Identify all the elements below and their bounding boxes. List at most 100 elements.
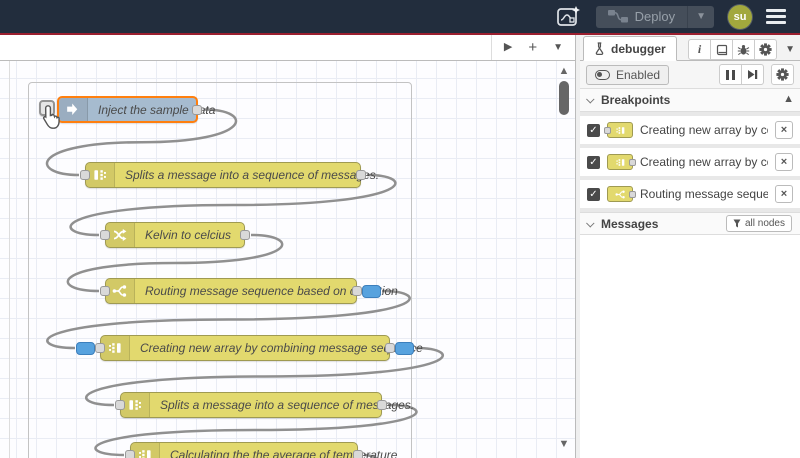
- sidebar-tab-bar: debugger i ▼: [580, 35, 800, 61]
- join-node-icon-region: [131, 443, 160, 458]
- change-node[interactable]: Kelvin to celcius: [100, 222, 250, 248]
- breakpoint-label: Creating new array by combining message …: [640, 155, 768, 169]
- join-node-icon-region: [101, 336, 130, 360]
- messages-section-header[interactable]: Messages all nodes: [580, 212, 800, 235]
- inject-node[interactable]: Inject the sample data: [57, 96, 215, 123]
- remove-breakpoint-button[interactable]: ×: [775, 185, 793, 203]
- breakpoint-label: Creating new array by combining message …: [640, 123, 768, 137]
- step-icon: [748, 70, 758, 79]
- mouse-cursor-hand: [42, 105, 60, 129]
- output-port[interactable]: [353, 450, 363, 458]
- flow-scroll-right-icon[interactable]: ▶: [504, 42, 512, 53]
- canvas-scroll-down-arrow[interactable]: ▼: [557, 439, 571, 450]
- info-button[interactable]: i: [688, 39, 712, 60]
- output-port[interactable]: [385, 343, 395, 353]
- output-port[interactable]: [377, 400, 387, 410]
- avatar-initials: su: [733, 10, 747, 23]
- flow-list-chevron-icon[interactable]: ▼: [553, 42, 563, 53]
- split-node[interactable]: Splits a message into a sequence of mess…: [115, 392, 414, 418]
- input-port[interactable]: [100, 230, 110, 240]
- debugger-toolbar: Enabled: [580, 61, 800, 89]
- breakpoint-marker-input[interactable]: [76, 341, 95, 355]
- output-port[interactable]: [192, 104, 202, 115]
- settings-button[interactable]: [754, 39, 778, 60]
- filter-funnel-icon: [733, 219, 741, 228]
- canvas-scroll-up-arrow[interactable]: ▲: [557, 66, 571, 77]
- input-port[interactable]: [115, 400, 125, 410]
- deploy-options-caret[interactable]: ▼: [687, 5, 714, 28]
- flow-workspace[interactable]: Inject the sample data Splits a message i…: [0, 61, 575, 458]
- header-bar: Deploy ▼ su: [0, 0, 800, 33]
- split-node-icon-region: [121, 393, 150, 417]
- tab-debugger-label: debugger: [611, 41, 666, 56]
- gear-icon: [776, 68, 789, 81]
- messages-title: Messages: [601, 216, 659, 231]
- join-node-icon: [615, 158, 624, 166]
- breakpoint-marker-output[interactable]: [362, 284, 381, 298]
- switch-node[interactable]: Routing message sequence based on condit…: [100, 278, 398, 304]
- change-node-icon-region: [106, 223, 135, 247]
- change-node-icon: [113, 229, 127, 241]
- join-node[interactable]: Creating new array by combining message …: [76, 335, 423, 361]
- breakpoints-section-header[interactable]: Breakpoints ▲: [580, 89, 800, 112]
- bug-button[interactable]: [732, 39, 756, 60]
- ai-flow-icon[interactable]: [556, 5, 582, 29]
- debug-sidebar: debugger i ▼ Enabled Breakpoints ▲ ✓ Cre…: [580, 35, 800, 458]
- sidebar-scroll-up-arrow[interactable]: ▲: [783, 94, 794, 105]
- breakpoint-row: ✓ Creating new array by combining message…: [580, 148, 800, 176]
- join-mini-node-icon: [604, 122, 633, 138]
- user-avatar[interactable]: su: [728, 4, 752, 29]
- node-label: Inject the sample data: [98, 102, 216, 117]
- inject-node-icon-region: [59, 98, 88, 121]
- messages-filter-button[interactable]: all nodes: [725, 215, 792, 232]
- bug-icon: [737, 44, 750, 55]
- breakpoint-checkbox[interactable]: ✓: [587, 123, 600, 137]
- flow-tab-bar: ▶ + ▼: [0, 35, 575, 61]
- main-menu-button[interactable]: [766, 7, 786, 26]
- canvas-scrollbar-thumb[interactable]: [559, 81, 569, 115]
- step-button[interactable]: [741, 64, 764, 85]
- split-node-icon-region: [86, 163, 115, 187]
- add-flow-button[interactable]: +: [528, 40, 537, 55]
- breakpoint-label: Routing message sequence based on condit…: [640, 187, 768, 201]
- breakpoint-checkbox[interactable]: ✓: [587, 187, 600, 201]
- chevron-down-icon: [586, 218, 595, 228]
- split-node-icon: [129, 400, 141, 410]
- output-port[interactable]: [352, 286, 362, 296]
- join-node[interactable]: Calculating the the average of temperatu…: [125, 442, 397, 458]
- remove-breakpoint-button[interactable]: ×: [775, 153, 793, 171]
- split-node[interactable]: Splits a message into a sequence of mess…: [80, 162, 379, 188]
- enabled-label: Enabled: [616, 67, 661, 82]
- input-port[interactable]: [100, 286, 110, 296]
- chevron-down-icon: [586, 95, 595, 104]
- node-label: Splits a message into a sequence of mess…: [125, 168, 380, 182]
- gear-icon: [759, 43, 772, 56]
- sidebar-options-chevron-icon[interactable]: ▼: [785, 44, 795, 55]
- tab-debugger[interactable]: debugger: [583, 36, 677, 61]
- mini-port: [629, 190, 636, 198]
- output-port[interactable]: [240, 230, 250, 240]
- input-port[interactable]: [95, 343, 105, 353]
- messages-list-empty: [580, 235, 800, 458]
- book-icon: [716, 44, 727, 55]
- join-mini-node-icon: [607, 154, 636, 170]
- output-port[interactable]: [356, 170, 366, 180]
- breakpoint-row: ✓ Routing message sequence based on condi…: [580, 180, 800, 208]
- remove-breakpoint-button[interactable]: ×: [775, 121, 793, 139]
- deploy-label: Deploy: [634, 9, 676, 24]
- input-port[interactable]: [80, 170, 90, 180]
- debugger-enabled-toggle[interactable]: Enabled: [586, 64, 670, 85]
- deploy-nodes-icon: [607, 10, 628, 23]
- pause-button[interactable]: [719, 64, 742, 85]
- book-button[interactable]: [710, 39, 734, 60]
- breakpoint-marker-output[interactable]: [395, 341, 414, 355]
- messages-filter-label: all nodes: [744, 218, 785, 229]
- debugger-settings-button[interactable]: [771, 64, 794, 85]
- breakpoint-checkbox[interactable]: ✓: [587, 155, 600, 169]
- toggle-icon: [595, 69, 610, 80]
- node-red-app: Deploy ▼ su ▶ + ▼ Inject the sample data…: [0, 0, 800, 458]
- input-port[interactable]: [125, 450, 135, 458]
- switch-node-icon: [614, 190, 625, 198]
- breakpoint-row: ✓ Creating new array by combining message…: [580, 116, 800, 144]
- deploy-button[interactable]: Deploy: [596, 6, 687, 28]
